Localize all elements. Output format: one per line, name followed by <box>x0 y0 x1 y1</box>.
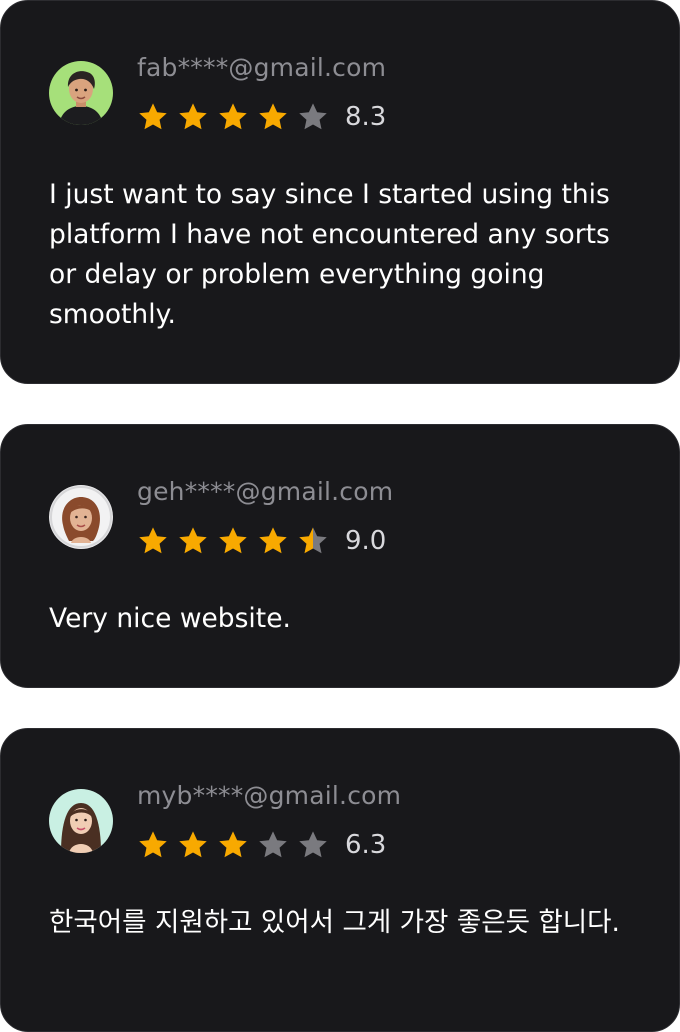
rating-score: 9.0 <box>345 526 387 556</box>
review-text: Very nice website. <box>49 603 291 634</box>
review-card: geh****@gmail.com 9.0 Very nice website. <box>0 424 680 688</box>
star-filled-icon <box>139 527 167 554</box>
review-text: I just want to say since I started using… <box>49 179 610 330</box>
star-empty-icon <box>299 831 327 858</box>
user-avatar <box>49 61 113 125</box>
reviewer-email: geh****@gmail.com <box>137 477 394 506</box>
star-filled-icon <box>139 831 167 858</box>
stars-container <box>137 101 337 133</box>
reviewer-email: fab****@gmail.com <box>137 53 387 82</box>
user-avatar-icon <box>49 61 113 125</box>
review-card: fab****@gmail.com 8.3 I just want to say… <box>0 0 680 384</box>
star-filled-icon <box>219 831 247 858</box>
stars-container <box>137 829 337 861</box>
star-filled-icon <box>179 527 207 554</box>
star-filled-icon <box>179 831 207 858</box>
user-avatar-icon <box>49 485 113 549</box>
rating-score: 6.3 <box>345 830 387 860</box>
review-text: 한국어를 지원하고 있어서 그게 가장 좋은듯 합니다. <box>49 907 620 938</box>
review-card: myb****@gmail.com 6.3 한국어를 지원하고 있어서 그게 가… <box>0 728 680 1032</box>
user-avatar <box>49 485 113 549</box>
star-rating: 8.3 <box>137 97 386 137</box>
star-rating: 9.0 <box>137 521 386 561</box>
star-rating: 6.3 <box>137 825 386 865</box>
star-filled-icon <box>219 103 247 130</box>
star-filled-icon <box>259 103 287 130</box>
user-avatar-icon <box>49 789 113 853</box>
star-half-icon <box>299 527 327 554</box>
star-filled-icon <box>139 103 167 130</box>
star-filled-icon <box>219 527 247 554</box>
reviewer-email: myb****@gmail.com <box>137 781 402 810</box>
star-filled-icon <box>259 527 287 554</box>
star-empty-icon <box>299 103 327 130</box>
rating-score: 8.3 <box>345 102 387 132</box>
star-empty-icon <box>259 831 287 858</box>
stars-container <box>137 525 337 557</box>
star-filled-icon <box>179 103 207 130</box>
user-avatar <box>49 789 113 853</box>
